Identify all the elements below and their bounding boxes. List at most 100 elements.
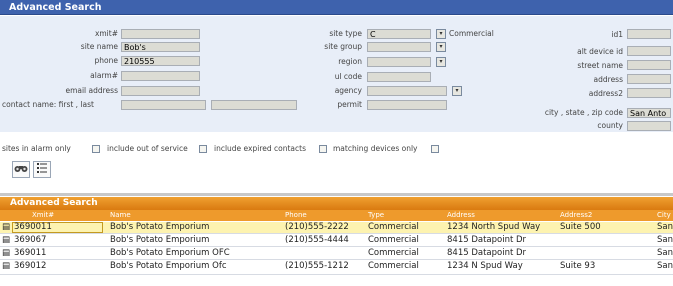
out-of-service-label: include out of service [107,144,188,153]
cell-xmit: 3690011 [14,222,52,232]
section-divider [0,193,673,196]
xmit-input[interactable] [121,29,200,39]
col-header-address[interactable]: Address [447,210,475,221]
site-group-dropdown-button[interactable]: ▾ [436,42,446,52]
cell-city: San [657,261,673,271]
city-state-zip-label: city , state , zip code [544,108,623,117]
page-title-bar: Advanced Search [0,0,673,15]
cell-phone: (210)555-1212 [285,261,349,271]
city-input[interactable]: San Anto [627,108,671,118]
cell-type: Commercial [368,261,419,271]
cell-type: Commercial [368,222,419,232]
email-input[interactable] [121,86,200,96]
list-view-button[interactable] [33,161,51,178]
site-type-input[interactable]: C [367,29,431,39]
record-icon: ▤ [2,222,11,232]
cell-address2: Suite 500 [560,222,601,232]
id1-input[interactable] [627,29,671,39]
email-label: email address [65,86,118,95]
county-label: county [597,121,623,130]
record-icon: ▤ [2,235,11,245]
cell-address: 8415 Datapoint Dr [447,235,527,245]
cell-city: San [657,222,673,232]
matching-devices-label: matching devices only [333,144,418,153]
site-type-dropdown-button[interactable]: ▾ [436,29,446,39]
results-column-header: Xmit# Name Phone Type Address Address2 C… [0,210,673,221]
table-row[interactable]: ▤ 369067 Bob's Potato Emporium (210)555-… [0,235,673,247]
table-row[interactable]: ▤ 369012 Bob's Potato Emporium Ofc (210)… [0,261,673,275]
col-header-name[interactable]: Name [110,210,131,221]
cell-xmit: 369011 [14,248,47,258]
cell-type: Commercial [368,235,419,245]
address-label: address [593,75,623,84]
col-header-xmit[interactable]: Xmit# [32,210,54,221]
permit-input[interactable] [367,100,447,110]
xmit-label: xmit# [94,29,118,38]
col-header-type[interactable]: Type [368,210,384,221]
phone-label: phone [94,56,118,65]
list-icon [36,163,48,177]
results-title-bar: Advanced Search [0,197,673,210]
table-row[interactable]: ▤ 3690011 Bob's Potato Emporium (210)555… [0,222,673,234]
cell-xmit: 369067 [14,235,47,245]
cell-type: Commercial [368,248,419,258]
col-header-phone[interactable]: Phone [285,210,307,221]
contact-label: contact name: first , last [2,100,94,109]
cell-name: Bob's Potato Emporium [110,222,210,232]
street-name-input[interactable] [627,60,671,70]
cell-phone: (210)555-2222 [285,222,349,232]
cell-address: 1234 North Spud Way [447,222,541,232]
cell-address2: Suite 93 [560,261,596,271]
col-header-address2[interactable]: Address2 [560,210,592,221]
site-name-input[interactable]: Bob's [121,42,200,52]
street-name-label: street name [577,61,623,70]
alt-device-id-label: alt device id [577,47,623,56]
search-binoculars-button[interactable] [12,161,30,178]
table-row[interactable]: ▤ 369011 Bob's Potato Emporium OFC Comme… [0,248,673,260]
record-icon: ▤ [2,248,11,258]
region-input[interactable] [367,57,431,67]
binoculars-icon [14,163,28,176]
ul-code-input[interactable] [367,72,431,82]
out-of-service-checkbox[interactable] [199,145,207,153]
results-title: Advanced Search [10,198,98,208]
col-header-city[interactable]: City [657,210,671,221]
county-input[interactable] [627,121,671,131]
region-dropdown-button[interactable]: ▾ [436,57,446,67]
id1-label: id1 [611,30,623,39]
cell-phone: (210)555-4444 [285,235,349,245]
cell-name: Bob's Potato Emporium Ofc [110,261,227,271]
phone-input[interactable]: 210555 [121,56,200,66]
agency-input[interactable] [367,86,447,96]
sites-in-alarm-checkbox[interactable] [92,145,100,153]
address2-input[interactable] [627,88,671,98]
page-title: Advanced Search [9,2,102,13]
site-type-description: Commercial [449,29,494,38]
cell-city: San [657,248,673,258]
contact-last-input[interactable] [211,100,297,110]
expired-contacts-checkbox[interactable] [319,145,327,153]
address-input[interactable] [627,74,671,84]
cell-name: Bob's Potato Emporium OFC [110,248,230,258]
agency-dropdown-button[interactable]: ▾ [452,86,462,96]
permit-label: permit [337,100,362,109]
cell-address: 8415 Datapoint Dr [447,248,527,258]
site-group-input[interactable] [367,42,431,52]
site-type-label: site type [329,29,362,38]
expired-contacts-label: include expired contacts [214,144,306,153]
cell-name: Bob's Potato Emporium [110,235,210,245]
alarm-input[interactable] [121,71,200,81]
region-label: region [338,57,362,66]
cell-address: 1234 N Spud Way [447,261,523,271]
cell-xmit: 369012 [14,261,47,271]
site-group-label: site group [324,42,362,51]
site-name-label: site name [80,42,118,51]
alarm-label: alarm# [90,71,118,80]
address2-label: address2 [588,89,623,98]
sites-in-alarm-label: sites in alarm only [2,144,71,153]
agency-label: agency [334,86,362,95]
matching-devices-checkbox[interactable] [431,145,439,153]
record-icon: ▤ [2,261,11,271]
alt-device-id-input[interactable] [627,46,671,56]
contact-first-input[interactable] [121,100,206,110]
